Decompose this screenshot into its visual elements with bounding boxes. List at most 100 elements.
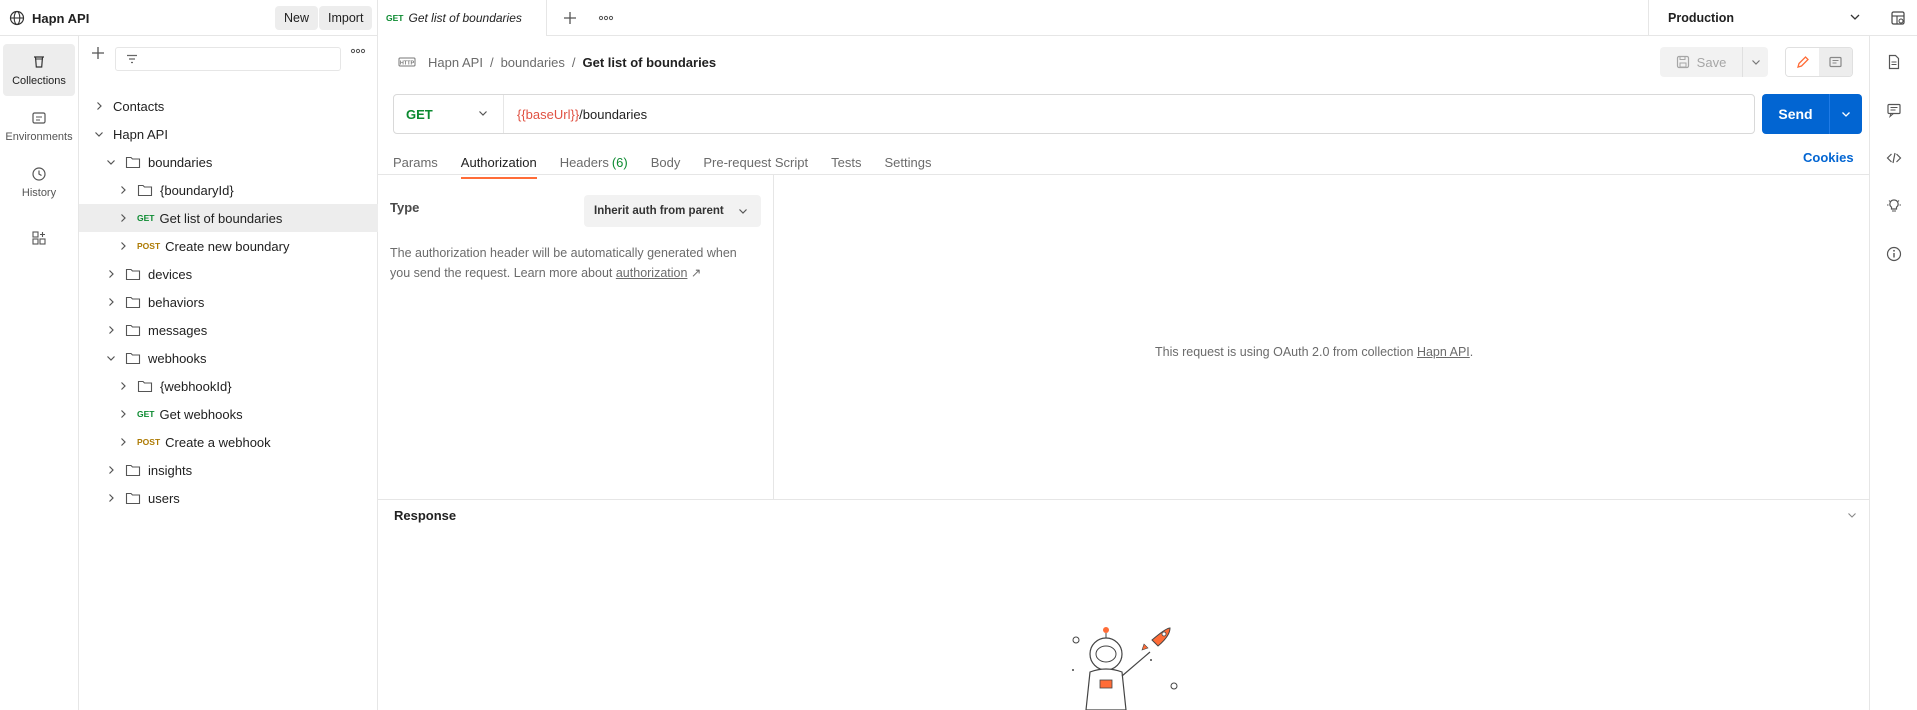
chevron-down-icon xyxy=(1840,108,1852,120)
code-snippet-icon[interactable] xyxy=(1884,148,1904,168)
more-horizontal-icon[interactable] xyxy=(350,48,366,54)
request-item[interactable]: GET Get webhooks xyxy=(79,400,378,428)
sidebar: Contacts Hapn API boundaries {boundaryId} GE… xyxy=(79,36,378,710)
request-item[interactable]: POST Create new boundary xyxy=(79,232,378,260)
breadcrumb-current[interactable]: Get list of boundaries xyxy=(583,55,717,70)
request-method: POST xyxy=(137,241,161,251)
request-method: GET xyxy=(137,409,155,419)
chevron-right-icon[interactable] xyxy=(103,490,119,506)
collection-item[interactable]: Contacts xyxy=(79,92,378,120)
folder-item[interactable]: insights xyxy=(79,456,378,484)
chevron-down-icon[interactable] xyxy=(103,350,119,366)
save-options-button[interactable] xyxy=(1742,47,1768,77)
tab-headers[interactable]: Headers (6) xyxy=(560,147,628,177)
rail-collections[interactable]: Collections xyxy=(3,44,75,96)
method-select[interactable]: GET xyxy=(394,95,504,133)
pencil-icon xyxy=(1795,55,1810,70)
tree-item-label: insights xyxy=(148,462,193,478)
send-options-button[interactable] xyxy=(1829,94,1862,134)
auth-type-select[interactable]: Inherit auth from parent xyxy=(584,195,761,227)
plus-icon[interactable] xyxy=(91,46,105,60)
plus-icon[interactable] xyxy=(560,8,580,28)
folder-item[interactable]: webhooks xyxy=(79,344,378,372)
comments-icon[interactable] xyxy=(1884,100,1904,120)
send-button-group: Send xyxy=(1762,94,1862,134)
chevron-down-icon[interactable] xyxy=(1848,10,1862,24)
chevron-right-icon[interactable] xyxy=(103,462,119,478)
chevron-right-icon[interactable] xyxy=(103,322,119,338)
tree-item-label: Get webhooks xyxy=(159,406,243,422)
workspace-name[interactable]: Hapn API xyxy=(32,11,89,26)
chevron-down-icon[interactable] xyxy=(1846,509,1858,521)
rail-environments[interactable]: Environments xyxy=(3,100,75,152)
chevron-right-icon[interactable] xyxy=(115,238,131,254)
apps-add-icon xyxy=(31,230,47,246)
more-horizontal-icon[interactable] xyxy=(596,8,616,28)
chevron-right-icon[interactable] xyxy=(115,210,131,226)
clock-history-icon xyxy=(31,166,47,182)
tree-item-label: boundaries xyxy=(148,154,213,170)
collection-item[interactable]: Hapn API xyxy=(79,120,378,148)
folder-item[interactable]: devices xyxy=(79,260,378,288)
tab-settings[interactable]: Settings xyxy=(884,147,931,177)
astronaut-illustration-icon xyxy=(1060,620,1190,710)
tab-body[interactable]: Body xyxy=(651,147,681,177)
chevron-right-icon[interactable] xyxy=(115,434,131,450)
request-item[interactable]: GET Get list of boundaries xyxy=(79,204,378,232)
folder-item[interactable]: {boundaryId} xyxy=(79,176,378,204)
oauth-message: This request is using OAuth 2.0 from col… xyxy=(1155,345,1474,359)
chevron-right-icon[interactable] xyxy=(115,378,131,394)
sidebar-filter-input[interactable] xyxy=(115,47,341,71)
folder-item[interactable]: boundaries xyxy=(79,148,378,176)
import-button[interactable]: Import xyxy=(319,6,373,30)
chevron-right-icon[interactable] xyxy=(115,406,131,422)
request-tabs: Params Authorization Headers (6) Body Pre-req… xyxy=(393,147,954,179)
request-item[interactable]: POST Create a webhook xyxy=(79,428,378,456)
folder-icon xyxy=(125,323,141,337)
tab-tests[interactable]: Tests xyxy=(831,147,861,177)
folder-item[interactable]: {webhookId} xyxy=(79,372,378,400)
chevron-down-icon xyxy=(477,107,489,119)
left-rail: Collections Environments History xyxy=(0,36,79,710)
filter-icon xyxy=(125,52,139,66)
folder-icon xyxy=(137,379,153,393)
chevron-down-icon[interactable] xyxy=(91,126,107,142)
info-icon[interactable] xyxy=(1884,244,1904,264)
rail-configure[interactable] xyxy=(3,212,75,264)
tab-pre-request-script[interactable]: Pre-request Script xyxy=(703,147,808,177)
chevron-right-icon[interactable] xyxy=(103,294,119,310)
environment-selector[interactable]: Production xyxy=(1648,0,1880,36)
breadcrumb-root[interactable]: Hapn API xyxy=(428,55,483,70)
rail-history[interactable]: History xyxy=(3,156,75,208)
folder-icon xyxy=(125,351,141,365)
collection-link[interactable]: Hapn API xyxy=(1417,345,1470,359)
environments-icon xyxy=(31,110,47,126)
tab-params[interactable]: Params xyxy=(393,147,438,177)
chevron-down-icon xyxy=(1750,56,1762,68)
folder-item[interactable]: messages xyxy=(79,316,378,344)
tab-authorization[interactable]: Authorization xyxy=(460,147,537,179)
tab-get-list-of-boundaries[interactable]: GET Get list of boundaries xyxy=(378,0,547,36)
url-input[interactable]: {{baseUrl}}/boundaries xyxy=(504,107,647,122)
chevron-right-icon[interactable] xyxy=(103,266,119,282)
response-divider[interactable] xyxy=(378,499,1869,500)
tree-item-label: users xyxy=(148,490,180,506)
breadcrumb-folder[interactable]: boundaries xyxy=(501,55,565,70)
documentation-icon[interactable] xyxy=(1884,52,1904,72)
send-button[interactable]: Send xyxy=(1762,94,1829,134)
comment-mode-button[interactable] xyxy=(1819,48,1852,76)
new-button[interactable]: New xyxy=(275,6,319,30)
chevron-right-icon[interactable] xyxy=(91,98,107,114)
folder-icon xyxy=(125,155,141,169)
comment-icon xyxy=(1828,55,1843,70)
save-button[interactable]: Save xyxy=(1660,47,1742,77)
chevron-right-icon[interactable] xyxy=(115,182,131,198)
folder-item[interactable]: users xyxy=(79,484,378,512)
chevron-down-icon[interactable] xyxy=(103,154,119,170)
lightbulb-icon[interactable] xyxy=(1884,196,1904,216)
cookies-link[interactable]: Cookies xyxy=(1803,150,1854,165)
authorization-link[interactable]: authorization xyxy=(616,266,688,280)
edit-mode-button[interactable] xyxy=(1786,48,1819,76)
environment-quick-look-icon[interactable] xyxy=(1890,10,1906,26)
folder-item[interactable]: behaviors xyxy=(79,288,378,316)
